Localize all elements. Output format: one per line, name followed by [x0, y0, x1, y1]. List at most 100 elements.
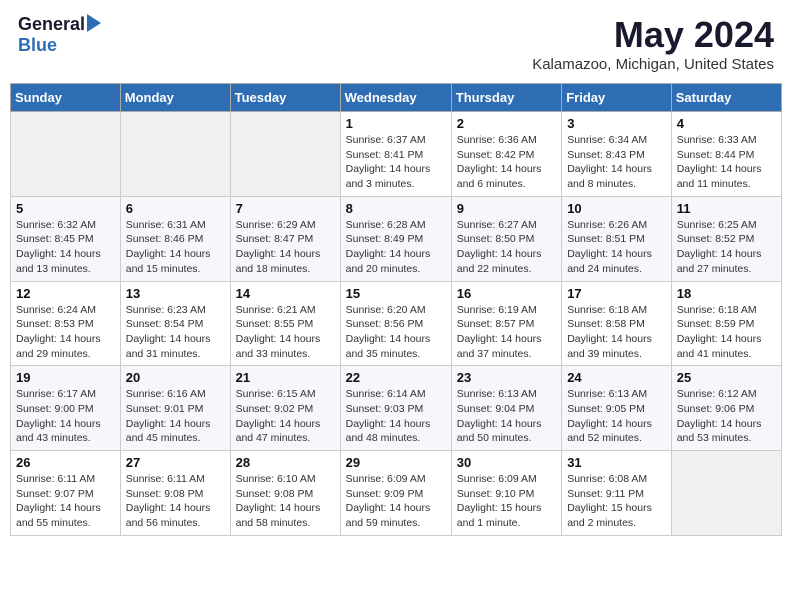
- day-info: Sunrise: 6:11 AM Sunset: 9:08 PM Dayligh…: [126, 472, 225, 531]
- logo-arrow-icon: [87, 14, 101, 32]
- table-row: 3 Sunrise: 6:34 AM Sunset: 8:43 PM Daylig…: [562, 112, 672, 197]
- table-row: 20 Sunrise: 6:16 AM Sunset: 9:01 PM Dayli…: [120, 366, 230, 451]
- table-row: 10Sunrise: 6:26 AM Sunset: 8:51 PM Dayli…: [562, 196, 672, 281]
- table-row: 2 Sunrise: 6:36 AM Sunset: 8:42 PM Daylig…: [451, 112, 561, 197]
- table-row: 11 Sunrise: 6:25 AM Sunset: 8:52 PM Dayli…: [671, 196, 781, 281]
- table-row: 27 Sunrise: 6:11 AM Sunset: 9:08 PM Dayli…: [120, 451, 230, 536]
- table-row: 23 Sunrise: 6:13 AM Sunset: 9:04 PM Dayli…: [451, 366, 561, 451]
- logo: General Blue: [18, 14, 101, 56]
- day-info: Sunrise: 6:18 AM Sunset: 8:59 PM Dayligh…: [677, 303, 776, 362]
- calendar-week-row: 19 Sunrise: 6:17 AM Sunset: 9:00 PM Dayli…: [11, 366, 782, 451]
- day-number: 4: [677, 116, 776, 131]
- day-info: Sunrise: 6:18 AM Sunset: 8:58 PM Dayligh…: [567, 303, 666, 362]
- day-info: Sunrise: 6:27 AM Sunset: 8:50 PM Dayligh…: [457, 218, 556, 277]
- day-info: Sunrise: 6:24 AM Sunset: 8:53 PM Dayligh…: [16, 303, 115, 362]
- day-info: Sunrise: 6:25 AM Sunset: 8:52 PM Dayligh…: [677, 218, 776, 277]
- day-info: Sunrise: 6:13 AM Sunset: 9:04 PM Dayligh…: [457, 387, 556, 446]
- day-info: Sunrise: 6:19 AM Sunset: 8:57 PM Dayligh…: [457, 303, 556, 362]
- header-tuesday: Tuesday: [230, 84, 340, 112]
- day-number: 25: [677, 370, 776, 385]
- day-number: 13: [126, 286, 225, 301]
- day-number: 31: [567, 455, 666, 470]
- day-number: 24: [567, 370, 666, 385]
- table-row: 8Sunrise: 6:28 AM Sunset: 8:49 PM Daylig…: [340, 196, 451, 281]
- day-info: Sunrise: 6:21 AM Sunset: 8:55 PM Dayligh…: [236, 303, 335, 362]
- calendar-table: Sunday Monday Tuesday Wednesday Thursday…: [10, 83, 782, 536]
- month-title: May 2024: [532, 14, 774, 56]
- table-row: 28Sunrise: 6:10 AM Sunset: 9:08 PM Dayli…: [230, 451, 340, 536]
- day-info: Sunrise: 6:13 AM Sunset: 9:05 PM Dayligh…: [567, 387, 666, 446]
- calendar-header-row: Sunday Monday Tuesday Wednesday Thursday…: [11, 84, 782, 112]
- table-row: 31Sunrise: 6:08 AM Sunset: 9:11 PM Dayli…: [562, 451, 672, 536]
- table-row: 4 Sunrise: 6:33 AM Sunset: 8:44 PM Daylig…: [671, 112, 781, 197]
- day-info: Sunrise: 6:37 AM Sunset: 8:41 PM Dayligh…: [346, 133, 446, 192]
- day-info: Sunrise: 6:09 AM Sunset: 9:09 PM Dayligh…: [346, 472, 446, 531]
- calendar-week-row: 26Sunrise: 6:11 AM Sunset: 9:07 PM Dayli…: [11, 451, 782, 536]
- day-number: 3: [567, 116, 666, 131]
- table-row: [671, 451, 781, 536]
- day-number: 6: [126, 201, 225, 216]
- day-number: 22: [346, 370, 446, 385]
- day-info: Sunrise: 6:14 AM Sunset: 9:03 PM Dayligh…: [346, 387, 446, 446]
- table-row: 30 Sunrise: 6:09 AM Sunset: 9:10 PM Dayli…: [451, 451, 561, 536]
- table-row: 14 Sunrise: 6:21 AM Sunset: 8:55 PM Dayli…: [230, 281, 340, 366]
- day-number: 21: [236, 370, 335, 385]
- day-number: 19: [16, 370, 115, 385]
- table-row: [120, 112, 230, 197]
- header-friday: Friday: [562, 84, 672, 112]
- table-row: 17 Sunrise: 6:18 AM Sunset: 8:58 PM Dayli…: [562, 281, 672, 366]
- table-row: 24 Sunrise: 6:13 AM Sunset: 9:05 PM Dayli…: [562, 366, 672, 451]
- table-row: 13 Sunrise: 6:23 AM Sunset: 8:54 PM Dayli…: [120, 281, 230, 366]
- day-info: Sunrise: 6:16 AM Sunset: 9:01 PM Dayligh…: [126, 387, 225, 446]
- day-number: 5: [16, 201, 115, 216]
- day-number: 9: [457, 201, 556, 216]
- table-row: 26Sunrise: 6:11 AM Sunset: 9:07 PM Dayli…: [11, 451, 121, 536]
- day-number: 11: [677, 201, 776, 216]
- day-info: Sunrise: 6:15 AM Sunset: 9:02 PM Dayligh…: [236, 387, 335, 446]
- table-row: 1 Sunrise: 6:37 AM Sunset: 8:41 PM Daylig…: [340, 112, 451, 197]
- table-row: 12 Sunrise: 6:24 AM Sunset: 8:53 PM Dayli…: [11, 281, 121, 366]
- day-info: Sunrise: 6:31 AM Sunset: 8:46 PM Dayligh…: [126, 218, 225, 277]
- day-info: Sunrise: 6:09 AM Sunset: 9:10 PM Dayligh…: [457, 472, 556, 531]
- calendar-week-row: 12 Sunrise: 6:24 AM Sunset: 8:53 PM Dayli…: [11, 281, 782, 366]
- table-row: [230, 112, 340, 197]
- day-number: 30: [457, 455, 556, 470]
- day-number: 16: [457, 286, 556, 301]
- table-row: 18 Sunrise: 6:18 AM Sunset: 8:59 PM Dayli…: [671, 281, 781, 366]
- day-number: 20: [126, 370, 225, 385]
- table-row: 19 Sunrise: 6:17 AM Sunset: 9:00 PM Dayli…: [11, 366, 121, 451]
- location-text: Kalamazoo, Michigan, United States: [532, 56, 774, 73]
- day-info: Sunrise: 6:20 AM Sunset: 8:56 PM Dayligh…: [346, 303, 446, 362]
- title-block: May 2024 Kalamazoo, Michigan, United Sta…: [532, 14, 774, 73]
- day-number: 14: [236, 286, 335, 301]
- day-info: Sunrise: 6:28 AM Sunset: 8:49 PM Dayligh…: [346, 218, 446, 277]
- header-wednesday: Wednesday: [340, 84, 451, 112]
- header-thursday: Thursday: [451, 84, 561, 112]
- day-number: 17: [567, 286, 666, 301]
- logo-general: General: [18, 14, 85, 35]
- header-sunday: Sunday: [11, 84, 121, 112]
- day-number: 10: [567, 201, 666, 216]
- logo-blue: Blue: [18, 35, 57, 56]
- day-number: 15: [346, 286, 446, 301]
- day-number: 2: [457, 116, 556, 131]
- day-info: Sunrise: 6:36 AM Sunset: 8:42 PM Dayligh…: [457, 133, 556, 192]
- day-info: Sunrise: 6:23 AM Sunset: 8:54 PM Dayligh…: [126, 303, 225, 362]
- day-info: Sunrise: 6:34 AM Sunset: 8:43 PM Dayligh…: [567, 133, 666, 192]
- table-row: 29Sunrise: 6:09 AM Sunset: 9:09 PM Dayli…: [340, 451, 451, 536]
- day-number: 27: [126, 455, 225, 470]
- header-saturday: Saturday: [671, 84, 781, 112]
- day-number: 7: [236, 201, 335, 216]
- table-row: 21 Sunrise: 6:15 AM Sunset: 9:02 PM Dayli…: [230, 366, 340, 451]
- day-number: 1: [346, 116, 446, 131]
- calendar-week-row: 1 Sunrise: 6:37 AM Sunset: 8:41 PM Daylig…: [11, 112, 782, 197]
- day-number: 23: [457, 370, 556, 385]
- table-row: 6 Sunrise: 6:31 AM Sunset: 8:46 PM Daylig…: [120, 196, 230, 281]
- day-number: 18: [677, 286, 776, 301]
- table-row: [11, 112, 121, 197]
- day-number: 12: [16, 286, 115, 301]
- day-info: Sunrise: 6:17 AM Sunset: 9:00 PM Dayligh…: [16, 387, 115, 446]
- table-row: 9 Sunrise: 6:27 AM Sunset: 8:50 PM Daylig…: [451, 196, 561, 281]
- day-info: Sunrise: 6:33 AM Sunset: 8:44 PM Dayligh…: [677, 133, 776, 192]
- calendar-week-row: 5Sunrise: 6:32 AM Sunset: 8:45 PM Daylig…: [11, 196, 782, 281]
